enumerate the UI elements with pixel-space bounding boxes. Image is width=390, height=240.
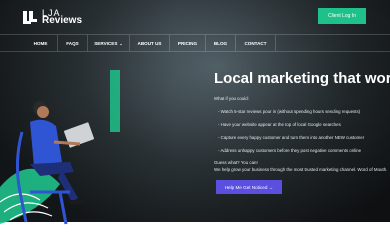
nav-item-label: ABOUT US bbox=[137, 40, 162, 46]
chevron-down-icon: ⌄ bbox=[119, 40, 123, 46]
nav-item-services[interactable]: SERVICES ⌄ bbox=[88, 35, 130, 51]
person-at-laptop-illustration bbox=[0, 101, 95, 225]
nav-item-home[interactable]: HOME bbox=[24, 35, 58, 51]
hero-bullet: - Have your website appear at the top of… bbox=[218, 122, 341, 127]
nav-item-label: PRICING bbox=[177, 40, 198, 46]
hero-bullet: - Address unhappy customers before they … bbox=[218, 148, 362, 153]
nav-item-about-us[interactable]: ABOUT US bbox=[130, 35, 170, 51]
hero-guess: Guess what? You can! bbox=[214, 160, 258, 165]
site-header: LJA Reviews Client Log In bbox=[0, 0, 390, 34]
hero-bullet: - Capture every happy customer and turn … bbox=[218, 135, 365, 140]
hero-tagline: We help grow your business through the m… bbox=[214, 167, 388, 172]
logo-icon bbox=[23, 10, 37, 24]
hero-intro: What if you could: bbox=[214, 96, 249, 101]
nav-item-label: SERVICES bbox=[94, 40, 118, 46]
hero-bullet: - Watch 5-star reviews pour in (without … bbox=[218, 109, 361, 114]
nav-item-contact[interactable]: CONTACT bbox=[236, 35, 276, 51]
nav-item-label: FAQS bbox=[66, 40, 79, 46]
nav-item-pricing[interactable]: PRICING bbox=[170, 35, 206, 51]
nav-item-faqs[interactable]: FAQS bbox=[58, 35, 88, 51]
nav-item-label: HOME bbox=[33, 40, 48, 46]
brand-name-line2: Reviews bbox=[42, 15, 83, 26]
brand-logo[interactable]: LJA Reviews bbox=[22, 8, 82, 26]
client-login-button[interactable]: Client Log In bbox=[318, 8, 366, 24]
hero-headline: Local marketing that work bbox=[214, 70, 390, 87]
nav-item-label: BLOG bbox=[213, 40, 228, 46]
help-me-get-noticed-button[interactable]: Help Me Get Noticed → bbox=[216, 180, 282, 194]
nav-item-label: CONTACT bbox=[244, 40, 267, 46]
nav-item-blog[interactable]: BLOG bbox=[206, 35, 236, 51]
main-nav: HOME FAQS SERVICES ⌄ ABOUT US PRICING BL… bbox=[0, 34, 390, 52]
